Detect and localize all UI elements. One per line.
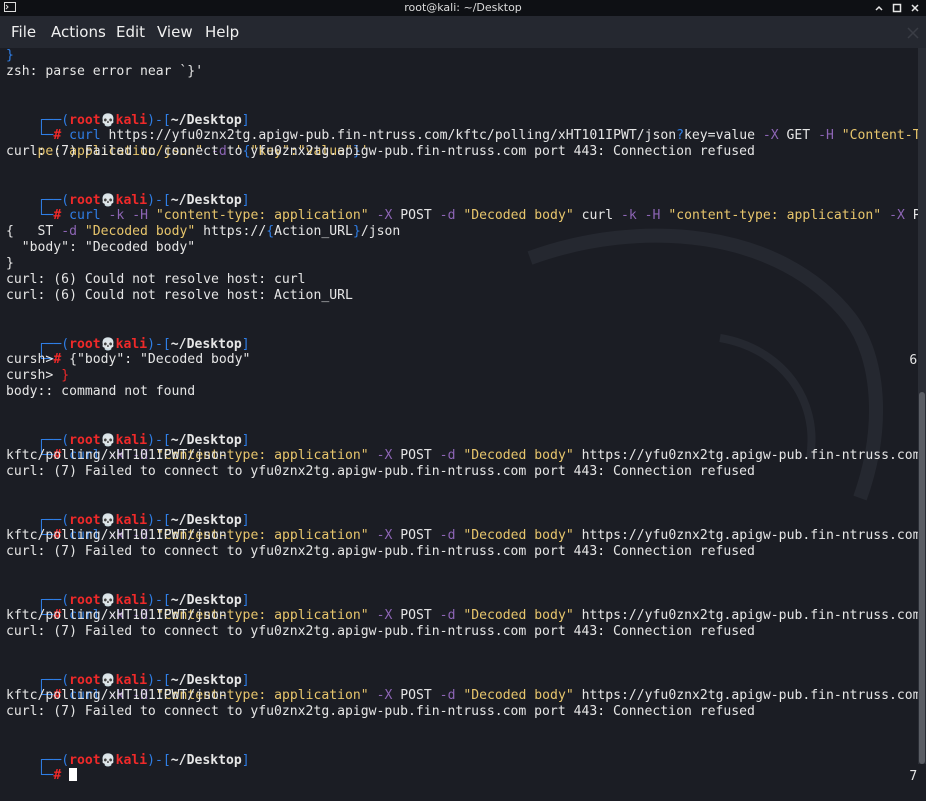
command-line-wrap: kftc/polling/xHT101IPWT/json	[6, 608, 227, 623]
exit-code: 7	[909, 769, 918, 784]
scrollbar[interactable]	[918, 48, 926, 764]
command-line: └─# {	[37, 352, 77, 367]
output-line: {	[6, 224, 14, 239]
close-tab-icon[interactable]	[906, 26, 920, 40]
output-line: cursh> "body": "Decoded body"	[6, 352, 251, 367]
minimize-icon	[875, 5, 883, 11]
menu-actions[interactable]: Actions	[51, 23, 106, 41]
command-line: └─# curl -k -H "Content-type: applicatio…	[37, 448, 926, 463]
prompt: ┌──(root💀kali)-[~/Desktop]	[37, 193, 250, 208]
command-line-wrap: ST -d "Decoded body" https://{Action_URL…	[37, 224, 401, 239]
output-line: curl: (6) Could not resolve host: Action…	[6, 288, 353, 303]
output-line: zsh: parse error near `}'	[6, 64, 204, 79]
menu-view[interactable]: View	[157, 23, 193, 41]
prompt: ┌──(root💀kali)-[~/Desktop]	[37, 113, 250, 128]
prompt: ┌──(root💀kali)-[~/Desktop]	[37, 433, 250, 448]
close-icon	[911, 4, 919, 12]
window-title: root@kali: ~/Desktop	[404, 1, 522, 14]
skull-icon: 💀	[100, 753, 116, 767]
terminal-output[interactable]: } zsh: parse error near `}' ┌──(root💀kal…	[0, 48, 926, 784]
output-line: curl: (7) Failed to connect to yfu0znx2t…	[6, 144, 755, 159]
command-line-wrap: kftc/polling/xHT101IPWT/json	[6, 448, 227, 463]
window-titlebar: root@kali: ~/Desktop	[0, 0, 926, 16]
command-line: └─# curl https://yfu0znx2tg.apigw-pub.fi…	[37, 128, 926, 143]
command-line: └─# curl -k -H "Content-type: applicatio…	[37, 608, 926, 623]
prompt: ┌──(root💀kali)-[~/Desktop]	[37, 337, 250, 352]
command-line-wrap: kftc/polling/xHT101IPWT/json	[6, 688, 227, 703]
text-cursor	[69, 768, 78, 781]
menu-edit[interactable]: Edit	[116, 23, 145, 41]
output-line: }	[6, 256, 14, 271]
prompt: ┌──(root💀kali)-[~/Desktop]	[37, 513, 250, 528]
output-line: curl: (7) Failed to connect to yfu0znx2t…	[6, 464, 755, 479]
menu-help[interactable]: Help	[205, 23, 239, 41]
output-line: curl: (7) Failed to connect to yfu0znx2t…	[6, 704, 755, 719]
brace-line: }	[6, 48, 14, 63]
menu-file[interactable]: File	[11, 23, 36, 41]
command-line-wrap: pe: application/json" -d '{"key":"value"…	[37, 144, 369, 159]
output-line: curl: (7) Failed to connect to yfu0znx2t…	[6, 624, 755, 639]
menu-bar: File Actions Edit View Help	[0, 16, 926, 48]
output-line: "body": "Decoded body"	[6, 240, 196, 255]
close-button[interactable]	[906, 0, 924, 16]
command-line: └─# curl -k -H "Content-type: applicatio…	[37, 688, 926, 703]
output-line: curl: (7) Failed to connect to yfu0znx2t…	[6, 544, 755, 559]
maximize-icon	[892, 3, 902, 13]
output-line: cursh>	[6, 368, 62, 383]
output-line: curl: (6) Could not resolve host: curl	[6, 272, 306, 287]
prompt: ┌──(root💀kali)-[~/Desktop]	[37, 593, 250, 608]
skull-icon: 💀	[100, 337, 116, 351]
command-line: └─# curl -k -H "Content-type: applicatio…	[37, 528, 926, 543]
command-line-active[interactable]: └─#	[6, 752, 78, 783]
exit-code: 6	[909, 353, 918, 368]
prompt: ┌──(root💀kali)-[~/Desktop]	[37, 673, 250, 688]
output-line: body:: command not found	[6, 384, 196, 399]
minimize-button[interactable]	[870, 0, 888, 16]
command-line: └─# curl -k -H "content-type: applicatio…	[37, 208, 926, 223]
prompt: ┌──(root💀kali)-[~/Desktop]	[37, 753, 250, 768]
command-line-wrap: kftc/polling/xHT101IPWT/json	[6, 528, 227, 543]
maximize-button[interactable]	[888, 0, 906, 16]
scrollbar-thumb[interactable]	[919, 392, 925, 764]
